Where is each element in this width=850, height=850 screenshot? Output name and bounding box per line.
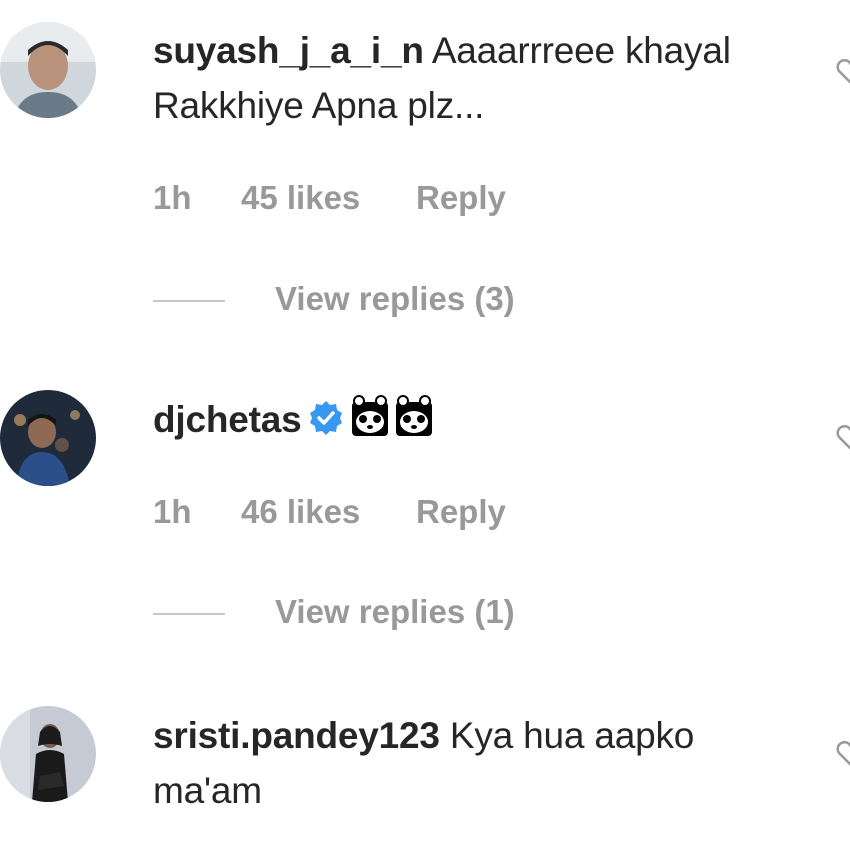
- replies-divider: [153, 613, 225, 616]
- avatar[interactable]: [0, 390, 96, 486]
- comment-text: sristi.pandey123 Kya hua aapko ma'am: [153, 708, 813, 818]
- reply-button[interactable]: Reply: [416, 492, 506, 532]
- like-heart-icon[interactable]: [835, 56, 850, 86]
- panda-face-emoji: [350, 394, 434, 453]
- comment-time: 1h: [153, 493, 192, 530]
- comment-likes[interactable]: 45 likes: [241, 178, 416, 218]
- comment-username[interactable]: suyash_j_a_i_n: [153, 30, 424, 71]
- view-replies-label: View replies (1): [275, 593, 515, 630]
- reply-button[interactable]: Reply: [416, 178, 506, 218]
- view-replies-label: View replies (3): [275, 280, 515, 317]
- comment-text: djchetas: [153, 392, 813, 453]
- comment-meta: 1h 46 likes Reply: [153, 492, 506, 532]
- like-heart-icon[interactable]: [835, 422, 850, 452]
- comments-panel: suyash_j_a_i_n Aaaarrreee khayal Rakkhiy…: [0, 0, 850, 850]
- comment-text: suyash_j_a_i_n Aaaarrreee khayal Rakkhiy…: [153, 23, 813, 133]
- view-replies-button[interactable]: View replies (3): [153, 279, 515, 319]
- avatar[interactable]: [0, 22, 96, 118]
- comment-username[interactable]: sristi.pandey123: [153, 715, 440, 756]
- comment-meta: 1h 45 likes Reply: [153, 178, 506, 218]
- comment-likes[interactable]: 46 likes: [241, 492, 416, 532]
- verified-badge-icon: [308, 396, 344, 451]
- like-heart-icon[interactable]: [835, 738, 850, 768]
- replies-divider: [153, 300, 225, 303]
- avatar[interactable]: [0, 706, 96, 802]
- view-replies-button[interactable]: View replies (1): [153, 592, 515, 632]
- comment-username[interactable]: djchetas: [153, 399, 302, 440]
- comment-time: 1h: [153, 179, 192, 216]
